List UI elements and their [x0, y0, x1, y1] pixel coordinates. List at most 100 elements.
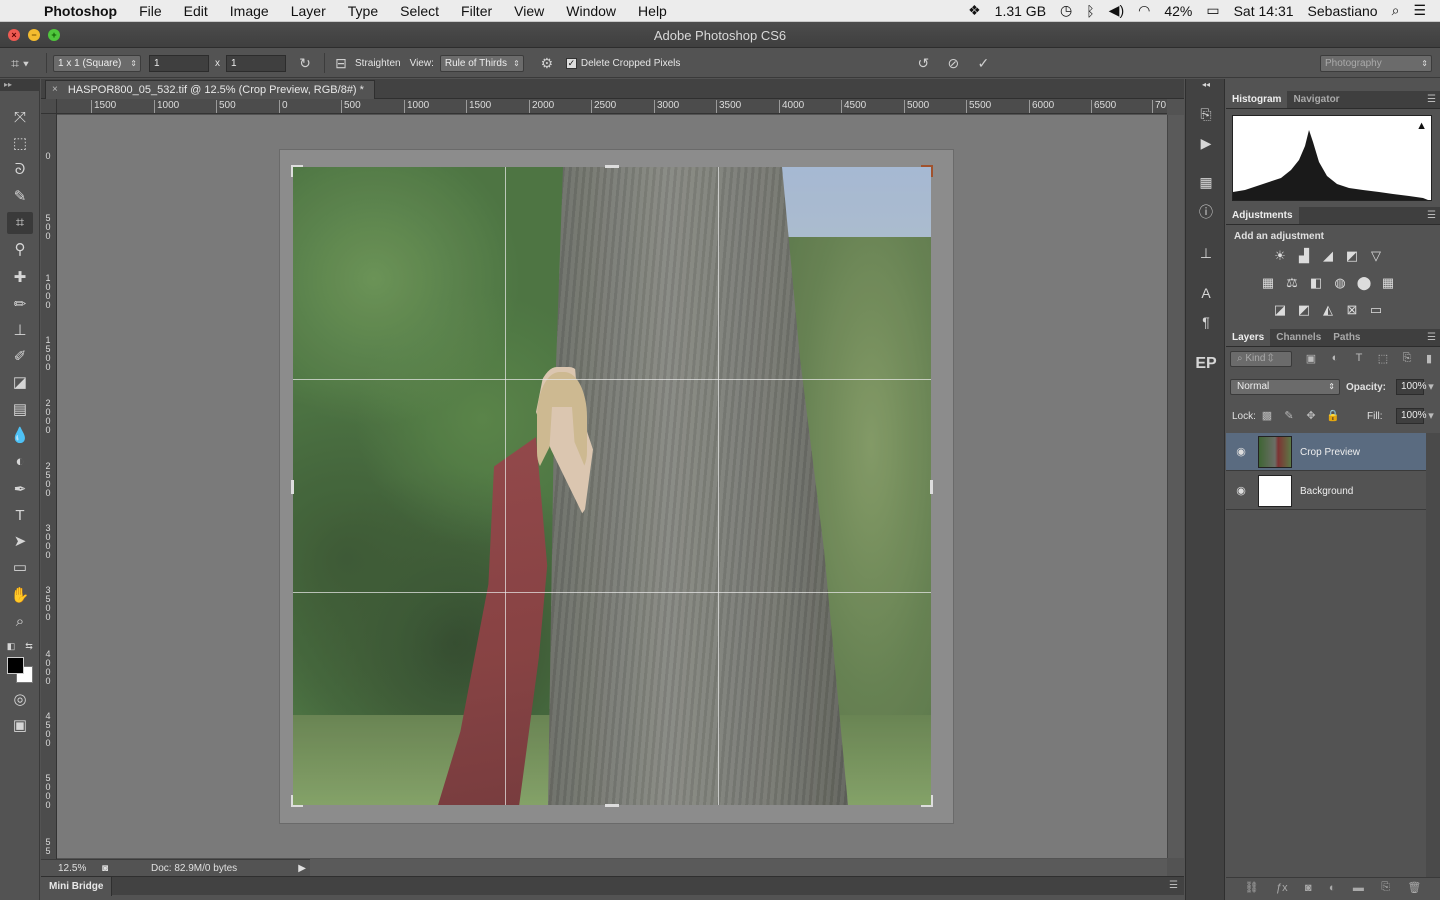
selective-color-icon[interactable]: ⊠	[1342, 301, 1362, 319]
commit-crop-icon[interactable]: ✓	[968, 55, 998, 72]
hand-tool-icon[interactable]: ✋	[7, 585, 33, 607]
info-panel-icon[interactable]: ⓘ	[1194, 201, 1218, 223]
lasso-tool-icon[interactable]: ᘐ	[7, 159, 33, 181]
crop-tool-icon[interactable]: ⌗	[7, 212, 33, 234]
crop-handle-bottom-right[interactable]	[921, 795, 933, 807]
blur-tool-icon[interactable]: 💧	[7, 425, 33, 447]
straighten-icon[interactable]: ⊟	[331, 55, 351, 72]
link-layers-icon[interactable]: ⛓	[1245, 881, 1259, 894]
status-menu-icon[interactable]: ◙	[97, 863, 113, 874]
character-panel-icon[interactable]: A	[1194, 282, 1218, 304]
swap-colors-icon[interactable]: ⇆	[22, 635, 36, 657]
foreground-color-swatch[interactable]	[7, 657, 24, 674]
add-mask-icon[interactable]: ◙	[1305, 882, 1312, 894]
curves-icon[interactable]: ◢	[1318, 247, 1338, 265]
fill-input[interactable]: 100%	[1396, 408, 1427, 424]
new-layer-icon[interactable]: ⎘	[1381, 881, 1390, 894]
dropbox-icon[interactable]: ❖	[968, 2, 981, 19]
paragraph-panel-icon[interactable]: ¶	[1194, 311, 1218, 333]
filter-pixel-icon[interactable]: ▣	[1304, 352, 1318, 366]
zoom-tool-icon[interactable]: ⌕	[7, 611, 33, 633]
crop-handle-top-right[interactable]	[921, 165, 933, 177]
menu-filter[interactable]: Filter	[450, 3, 503, 19]
crop-handle-bottom[interactable]	[605, 804, 619, 807]
fill-dropdown-icon[interactable]: ▾	[1424, 409, 1438, 423]
reset-icon[interactable]: ↺	[908, 55, 938, 72]
wifi-icon[interactable]: ◠	[1138, 2, 1150, 19]
menu-help[interactable]: Help	[627, 3, 678, 19]
crop-handle-top-left[interactable]	[291, 165, 303, 177]
photo-filter-icon[interactable]: ◍	[1330, 274, 1350, 292]
channel-mixer-icon[interactable]: ⬤	[1354, 274, 1374, 292]
move-tool-icon[interactable]: ⤧	[7, 107, 33, 129]
vertical-scrollbar[interactable]	[1167, 115, 1184, 858]
actions-panel-icon[interactable]: ▶	[1194, 132, 1218, 154]
default-colors-icon[interactable]: ◧	[4, 635, 18, 657]
color-lookup-icon[interactable]: ▦	[1378, 274, 1398, 292]
collapse-strip-icon[interactable]: ◂◂	[1194, 79, 1218, 91]
threshold-icon[interactable]: ◭	[1318, 301, 1338, 319]
document-canvas[interactable]	[280, 150, 953, 823]
layer-style-icon[interactable]: ƒx	[1276, 882, 1288, 894]
status-expand-icon[interactable]: ▶	[298, 863, 310, 874]
healing-brush-tool-icon[interactable]: ✚	[7, 267, 33, 289]
invert-icon[interactable]: ◪	[1270, 301, 1290, 319]
spotlight-icon[interactable]: ⌕	[1392, 2, 1400, 19]
cancel-crop-icon[interactable]: ⊘	[938, 55, 968, 72]
brightness-contrast-icon[interactable]: ☀	[1270, 247, 1290, 265]
volume-icon[interactable]: ◀)	[1109, 2, 1124, 19]
workspace-select[interactable]: Photography	[1320, 54, 1432, 72]
exposure-icon[interactable]: ◩	[1342, 247, 1362, 265]
layer-name[interactable]: Background	[1300, 486, 1353, 497]
user-name[interactable]: Sebastiano	[1308, 3, 1378, 19]
new-group-icon[interactable]: ▬	[1353, 882, 1364, 894]
new-adjustment-layer-icon[interactable]: ◐	[1329, 882, 1336, 894]
clock[interactable]: Sat 14:31	[1234, 3, 1294, 19]
tab-histogram[interactable]: Histogram	[1226, 91, 1288, 108]
mini-bridge-menu-icon[interactable]: ☰	[1169, 880, 1178, 891]
quick-mask-icon[interactable]: ◎	[7, 689, 33, 711]
battery-icon[interactable]: ▭	[1206, 2, 1219, 19]
panel-menu-icon[interactable]: ☰	[1427, 91, 1440, 108]
crop-tool-preset-icon[interactable]: ⌗ ▾	[0, 55, 40, 72]
photo-crop-preview[interactable]	[293, 167, 931, 805]
menu-image[interactable]: Image	[219, 3, 280, 19]
delete-cropped-checkbox[interactable]: ✓	[565, 57, 577, 69]
delete-cropped-label[interactable]: Delete Cropped Pixels	[581, 58, 681, 69]
screen-mode-icon[interactable]: ▣	[7, 715, 33, 737]
ratio-height-input[interactable]	[226, 54, 286, 72]
layers-scrollbar[interactable]	[1426, 433, 1440, 879]
hue-saturation-icon[interactable]: ▦	[1258, 274, 1278, 292]
path-selection-tool-icon[interactable]: ➤	[7, 531, 33, 553]
tab-channels[interactable]: Channels	[1270, 329, 1327, 346]
layer-name[interactable]: Crop Preview	[1300, 447, 1360, 458]
delete-layer-icon[interactable]: 🗑	[1407, 881, 1421, 894]
mini-bridge-tab[interactable]: Mini Bridge	[41, 877, 113, 896]
panel-menu-icon[interactable]: ☰	[1427, 207, 1440, 224]
menu-type[interactable]: Type	[337, 3, 389, 19]
gradient-map-icon[interactable]: ▭	[1366, 301, 1386, 319]
horizontal-scrollbar[interactable]	[310, 859, 1167, 876]
tab-layers[interactable]: Layers	[1226, 329, 1271, 346]
tab-navigator[interactable]: Navigator	[1287, 91, 1345, 108]
vibrance-icon[interactable]: ▽	[1366, 247, 1386, 265]
swap-ratio-icon[interactable]: ↻	[292, 55, 318, 72]
dodge-tool-icon[interactable]: ◐	[7, 451, 33, 473]
opacity-input[interactable]: 100%	[1396, 379, 1427, 395]
brush-tool-icon[interactable]: ✏	[7, 294, 33, 316]
ratio-preset-select[interactable]: 1 x 1 (Square)	[53, 54, 141, 72]
histogram-warning-icon[interactable]: ▲	[1416, 120, 1427, 132]
ratio-width-input[interactable]	[149, 54, 209, 72]
notification-center-icon[interactable]: ☰	[1413, 2, 1426, 19]
visibility-eye-icon[interactable]: ◉	[1234, 445, 1248, 459]
document-tab[interactable]: × HASPOR800_05_532.tif @ 12.5% (Crop Pre…	[45, 80, 375, 99]
horizontal-ruler[interactable]: 1500 1000 500 0 500 1000 1500 2000 2500 …	[57, 99, 1167, 114]
filter-shape-icon[interactable]: ⬚	[1376, 352, 1390, 366]
time-machine-icon[interactable]: ◷	[1060, 2, 1072, 19]
brush-presets-panel-icon[interactable]: ⊥	[1194, 242, 1218, 264]
blend-mode-select[interactable]: Normal ⇕	[1230, 379, 1340, 395]
battery-percent[interactable]: 42%	[1164, 3, 1192, 19]
clone-stamp-tool-icon[interactable]: ⊥	[7, 320, 33, 342]
quick-selection-tool-icon[interactable]: ✎	[7, 186, 33, 208]
properties-panel-icon[interactable]: ▦	[1194, 171, 1218, 193]
